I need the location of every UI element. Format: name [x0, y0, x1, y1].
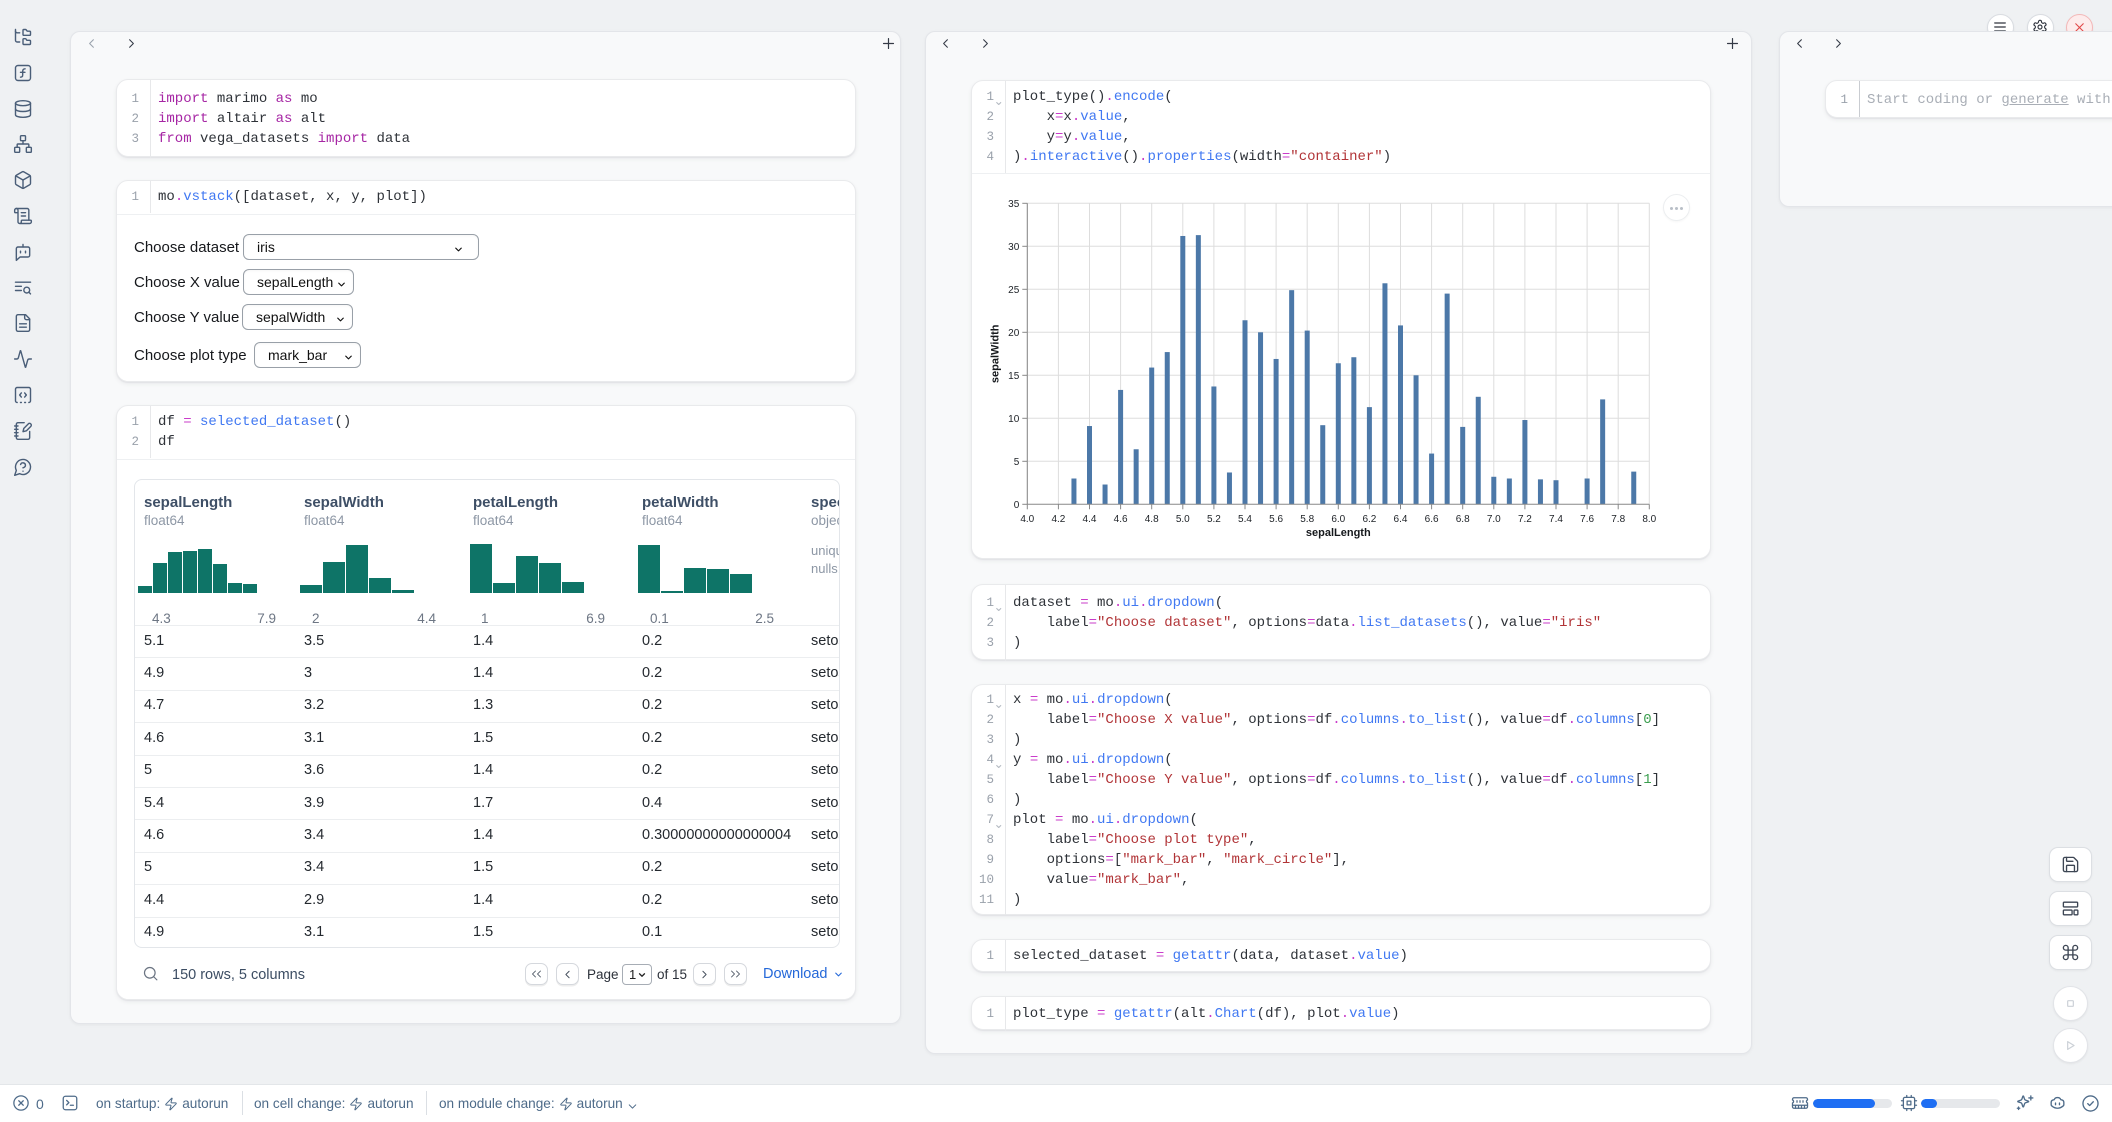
svg-text:7.0: 7.0: [1487, 514, 1501, 525]
svg-text:0: 0: [1014, 500, 1020, 511]
svg-text:25: 25: [1008, 285, 1020, 296]
svg-text:8.0: 8.0: [1642, 514, 1656, 525]
svg-text:10: 10: [1008, 414, 1020, 425]
svg-text:20: 20: [1008, 328, 1020, 339]
svg-text:5.0: 5.0: [1176, 514, 1190, 525]
svg-text:7.2: 7.2: [1518, 514, 1532, 525]
svg-text:5: 5: [1014, 457, 1020, 468]
svg-text:4.8: 4.8: [1145, 514, 1159, 525]
svg-text:6.8: 6.8: [1456, 514, 1470, 525]
svg-text:5.6: 5.6: [1269, 514, 1283, 525]
svg-text:6.2: 6.2: [1362, 514, 1376, 525]
svg-text:6.0: 6.0: [1331, 514, 1345, 525]
svg-text:5.4: 5.4: [1238, 514, 1252, 525]
svg-text:4.4: 4.4: [1083, 514, 1097, 525]
svg-text:4.2: 4.2: [1051, 514, 1065, 525]
svg-text:sepalLength: sepalLength: [1306, 527, 1371, 539]
svg-text:30: 30: [1008, 242, 1020, 253]
svg-text:4.0: 4.0: [1020, 514, 1034, 525]
svg-text:5.2: 5.2: [1207, 514, 1221, 525]
svg-text:15: 15: [1008, 371, 1020, 382]
svg-text:7.8: 7.8: [1611, 514, 1625, 525]
svg-text:35: 35: [1008, 199, 1020, 210]
svg-text:5.8: 5.8: [1300, 514, 1314, 525]
svg-text:6.4: 6.4: [1394, 514, 1408, 525]
svg-text:6.6: 6.6: [1425, 514, 1439, 525]
svg-text:7.4: 7.4: [1549, 514, 1563, 525]
svg-text:7.6: 7.6: [1580, 514, 1594, 525]
svg-text:4.6: 4.6: [1114, 514, 1128, 525]
svg-text:sepalWidth: sepalWidth: [989, 324, 1001, 383]
